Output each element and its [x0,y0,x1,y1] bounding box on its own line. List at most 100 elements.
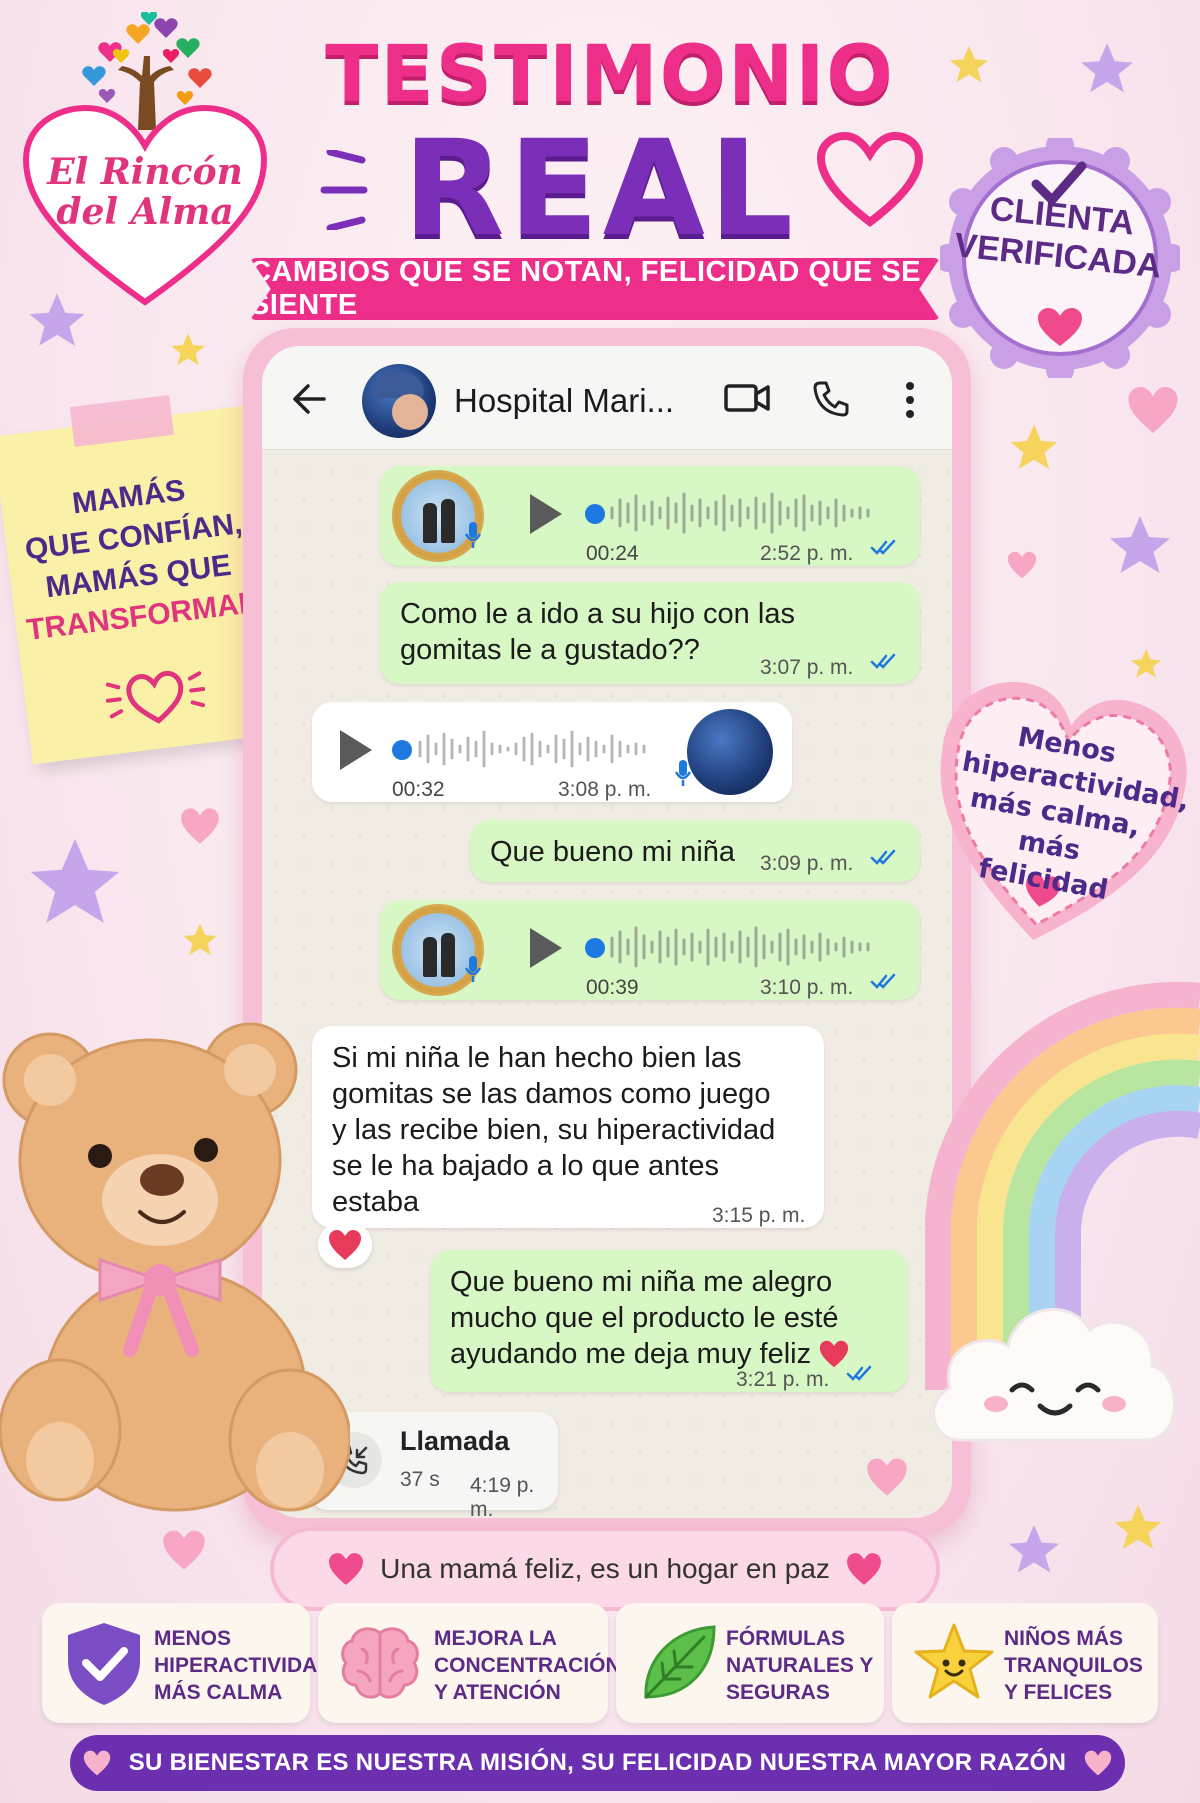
teddy-bear-icon [0,1022,350,1512]
seek-dot[interactable] [392,740,412,760]
chat-header: Hospital Mari... [262,346,952,450]
feature-line: NATURALES Y [726,1654,874,1677]
feature-line: SEGURAS [726,1681,830,1704]
message-time: 3:08 p. m. [558,778,652,801]
voice-duration: 00:24 [586,542,639,565]
message-time: 3:07 p. m. [760,656,854,679]
feature-line: FÓRMULAS [726,1627,845,1650]
contact-name[interactable]: Hospital Mari... [454,382,674,420]
heart-icon [181,808,219,844]
title-line-1: TESTIMONIO [325,30,895,120]
feature-line: TRANQUILOS [1004,1654,1143,1677]
voice-message-out[interactable]: 00:24 2:52 p. m. [380,466,920,566]
feature-line: MEJORA LA [434,1627,557,1650]
phone-call-icon[interactable] [812,380,850,418]
motto-banner: Una mamá feliz, es un hogar en paz [270,1527,940,1611]
play-icon[interactable] [530,494,562,534]
heart-icon [867,1458,907,1496]
brand-logo: El Rincón del Alma [20,12,270,306]
voice-duration: 00:39 [586,976,639,999]
message-time: 3:10 p. m. [760,976,854,999]
waveform [610,926,870,968]
message-text-line: Como le a ido a su hijo con las [400,598,795,630]
feature-line: Y ATENCIÓN [434,1681,561,1704]
mic-icon [674,760,692,786]
star-icon [30,838,120,923]
footer-banner: SU BIENESTAR ES NUESTRA MISIÓN, SU FELIC… [70,1735,1125,1791]
play-icon[interactable] [530,928,562,968]
feature-line: CONCENTRACIÓN [434,1654,621,1677]
message-text-line: se le ha bajado a lo que antes [332,1150,719,1182]
feature-card: MENOS HIPERACTIVIDAD MÁS CALMA [42,1603,333,1723]
star-icon [183,923,217,955]
message-text-line: gomitas se las damos como juego [332,1078,771,1110]
motto-text: Una mamá feliz, es un hogar en paz [380,1553,830,1584]
heart-icon [1128,387,1178,433]
subtitle-ribbon: CAMBIOS QUE SE NOTAN, FELICIDAD QUE SE S… [250,258,940,320]
tape-strip [69,394,174,447]
footer-text: SU BIENESTAR ES NUESTRA MISIÓN, SU FELIC… [128,1749,1067,1776]
message-time: 3:15 p. m. [712,1204,806,1227]
message-time: 3:21 p. m. [736,1368,830,1391]
sparkle-rays-icon [320,150,368,230]
heart-icon [1007,551,1037,579]
text-message-in[interactable]: Si mi niña le han hecho bien las gomitas… [312,1026,824,1228]
star-face-icon [914,1623,994,1699]
call-time: 4:19 p. m. [470,1474,535,1518]
heart-icon [846,1553,881,1585]
heart-outline-icon [105,670,206,724]
read-ticks-icon [870,973,896,989]
logo-line-2: del Alma [56,191,234,233]
message-time: 2:52 p. m. [760,542,854,565]
more-options-icon[interactable] [902,380,918,420]
video-call-icon[interactable] [724,382,770,414]
feature-line: Y FELICES [1004,1681,1113,1704]
feature-card: NIÑOS MÁS TRANQUILOS Y FELICES [892,1603,1158,1723]
title-line-2: REAL [402,112,798,266]
message-text-line: y las recibe bien, su hiperactividad [332,1114,776,1146]
play-icon[interactable] [340,730,372,770]
star-icon [1131,649,1161,678]
read-ticks-icon [870,653,896,669]
seek-dot[interactable] [585,938,605,958]
star-icon [1010,424,1058,469]
voice-duration: 00:32 [392,778,445,801]
feature-line: MENOS [154,1627,232,1650]
call-duration: 37 s [400,1468,440,1491]
text-message-out[interactable]: Como le a ido a su hijo con las gomitas … [380,582,920,684]
feature-line: NIÑOS MÁS [1004,1627,1124,1650]
contact-avatar[interactable] [362,364,436,438]
star-icon [1081,43,1133,93]
shield-check-icon [68,1623,140,1705]
star-icon [29,293,85,346]
voice-message-out[interactable]: 00:39 3:10 p. m. [380,900,920,1000]
smiling-cloud-icon [932,1307,1176,1442]
text-message-out[interactable]: Que bueno mi niña 3:09 p. m. [470,820,920,882]
logo-line-1: El Rincón [47,151,243,193]
leaf-icon [644,1625,716,1699]
chat-screen: Hospital Mari... 00:24 2:52 p. m. Como l… [262,346,952,1518]
feature-card: FÓRMULAS NATURALES Y SEGURAS [616,1603,884,1723]
star-icon [1110,516,1170,573]
heart-icon [1085,1750,1112,1776]
heart-icon [329,1553,364,1585]
message-text-line: Que bueno mi niña me alegro [450,1266,833,1298]
back-arrow-icon[interactable] [292,382,326,416]
seek-dot[interactable] [585,504,605,524]
read-ticks-icon [870,849,896,865]
message-text-line: mucho que el producto le esté [450,1302,839,1334]
mic-icon [464,956,482,982]
brain-icon [341,1627,419,1699]
star-icon [1114,1504,1162,1549]
heart-sticker-text: Menos hiperactividad, más calma, más fel… [942,712,1192,914]
message-text-line: Si mi niña le han hecho bien las [332,1042,742,1074]
call-title: Llamada [400,1426,510,1456]
read-ticks-icon [846,1365,872,1381]
waveform [610,492,870,534]
read-ticks-icon [870,539,896,555]
feature-line: HIPERACTIVIDAD [154,1654,333,1677]
text-message-out[interactable]: Que bueno mi niña me alegro mucho que el… [430,1250,908,1392]
feature-card: MEJORA LA CONCENTRACIÓN Y ATENCIÓN [318,1603,621,1723]
star-icon [1009,1525,1059,1573]
voice-message-in[interactable]: 00:32 3:08 p. m. [312,702,792,802]
